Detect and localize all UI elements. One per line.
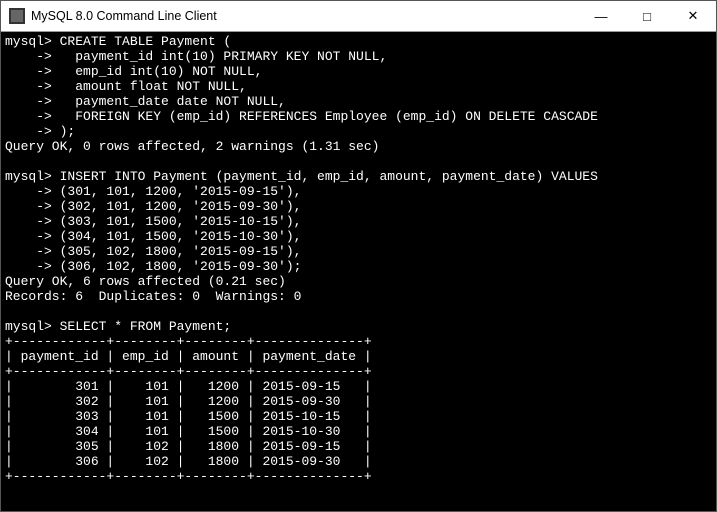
query-result: Query OK, 6 rows affected (0.21 sec) <box>5 274 286 289</box>
app-icon <box>9 8 25 24</box>
line: mysql> CREATE TABLE Payment ( <box>5 34 231 49</box>
line: -> (305, 102, 1800, '2015-09-15'), <box>5 244 301 259</box>
line: -> (302, 101, 1200, '2015-09-30'), <box>5 199 301 214</box>
app-window: MySQL 8.0 Command Line Client — □ ✕ mysq… <box>0 0 717 512</box>
line: -> (303, 101, 1500, '2015-10-15'), <box>5 214 301 229</box>
table-row: | 301 | 101 | 1200 | 2015-09-15 | <box>5 379 372 394</box>
line: -> ); <box>5 124 75 139</box>
maximize-button[interactable]: □ <box>624 1 670 31</box>
table-header: | payment_id | emp_id | amount | payment… <box>5 349 372 364</box>
line: -> (306, 102, 1800, '2015-09-30'); <box>5 259 301 274</box>
line: -> FOREIGN KEY (emp_id) REFERENCES Emplo… <box>5 109 598 124</box>
query-result: Records: 6 Duplicates: 0 Warnings: 0 <box>5 289 301 304</box>
titlebar[interactable]: MySQL 8.0 Command Line Client — □ ✕ <box>1 1 716 32</box>
table-border: +------------+--------+--------+--------… <box>5 364 372 379</box>
window-title: MySQL 8.0 Command Line Client <box>31 9 578 23</box>
table-row: | 306 | 102 | 1800 | 2015-09-30 | <box>5 454 372 469</box>
line: -> payment_date date NOT NULL, <box>5 94 286 109</box>
table-row: | 304 | 101 | 1500 | 2015-10-30 | <box>5 424 372 439</box>
table-row: | 305 | 102 | 1800 | 2015-09-15 | <box>5 439 372 454</box>
line: -> (304, 101, 1500, '2015-10-30'), <box>5 229 301 244</box>
line: mysql> INSERT INTO Payment (payment_id, … <box>5 169 598 184</box>
terminal-content[interactable]: mysql> CREATE TABLE Payment ( -> payment… <box>1 32 716 511</box>
window-controls: — □ ✕ <box>578 1 716 31</box>
table-row: | 302 | 101 | 1200 | 2015-09-30 | <box>5 394 372 409</box>
line: -> emp_id int(10) NOT NULL, <box>5 64 262 79</box>
table-border: +------------+--------+--------+--------… <box>5 334 372 349</box>
minimize-button[interactable]: — <box>578 1 624 31</box>
query-result: Query OK, 0 rows affected, 2 warnings (1… <box>5 139 379 154</box>
line: -> amount float NOT NULL, <box>5 79 247 94</box>
close-button[interactable]: ✕ <box>670 1 716 31</box>
line: mysql> SELECT * FROM Payment; <box>5 319 231 334</box>
line: -> (301, 101, 1200, '2015-09-15'), <box>5 184 301 199</box>
line: -> payment_id int(10) PRIMARY KEY NOT NU… <box>5 49 387 64</box>
table-border: +------------+--------+--------+--------… <box>5 469 372 484</box>
table-row: | 303 | 101 | 1500 | 2015-10-15 | <box>5 409 372 424</box>
